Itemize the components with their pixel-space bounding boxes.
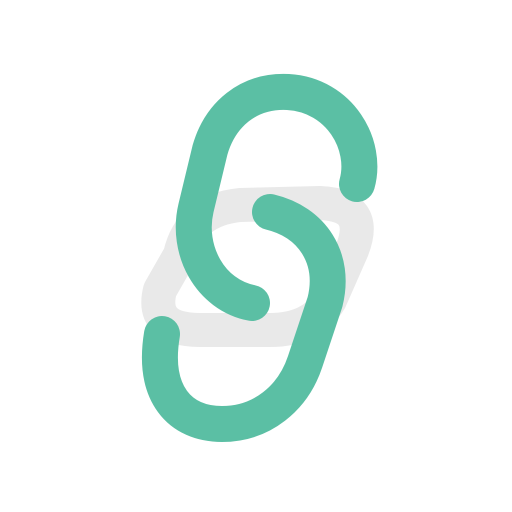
app-icon-canvas: [0, 0, 512, 512]
link-icon: [141, 73, 378, 442]
